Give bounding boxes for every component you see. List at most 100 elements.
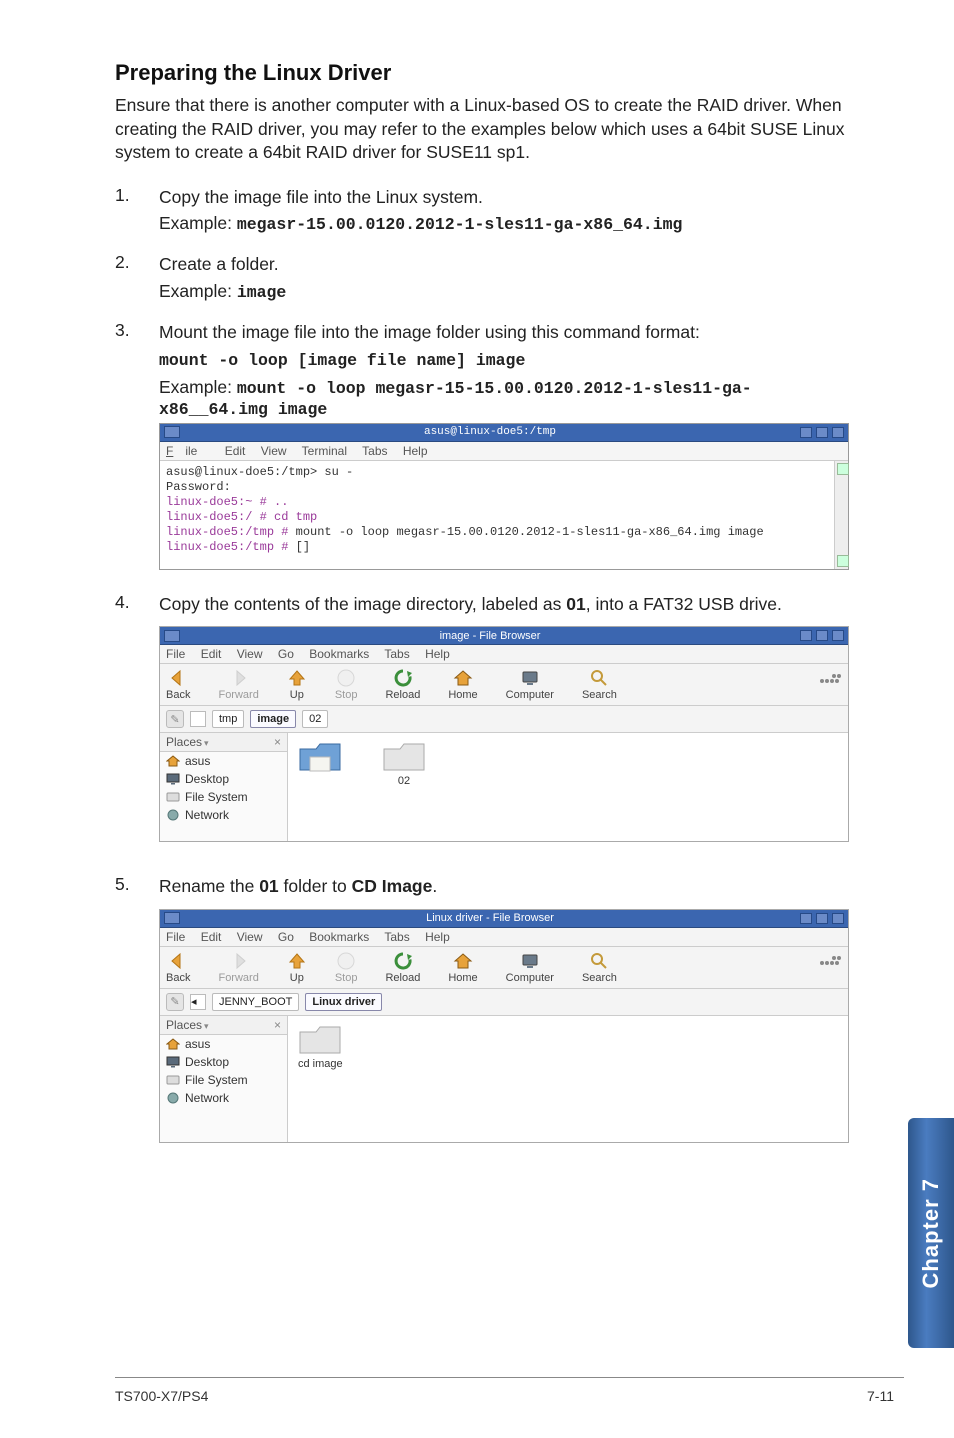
sidebar-item-network[interactable]: Network: [160, 806, 287, 824]
fb-toolbar: Back Forward Up Stop: [160, 947, 848, 989]
close-sidebar-icon[interactable]: ×: [274, 735, 281, 749]
edit-path-button[interactable]: ✎: [166, 710, 184, 728]
breadcrumb[interactable]: 02: [302, 710, 328, 728]
path-root-icon[interactable]: [190, 711, 206, 727]
reload-button[interactable]: Reload: [385, 668, 420, 701]
home-button[interactable]: Home: [448, 951, 477, 984]
back-button[interactable]: Back: [166, 951, 190, 984]
example-label: Example:: [159, 213, 232, 233]
example-label: Example:: [159, 377, 232, 397]
edit-path-button[interactable]: ✎: [166, 993, 184, 1011]
fb-toolbar: Back Forward Up Stop: [160, 664, 848, 706]
close-button[interactable]: [832, 630, 844, 641]
terminal-body[interactable]: asus@linux-doe5:/tmp> su - Password: lin…: [160, 461, 848, 569]
home-button[interactable]: Home: [448, 668, 477, 701]
fb-content[interactable]: cd image: [288, 1016, 848, 1142]
menu-file[interactable]: File: [166, 647, 185, 661]
maximize-button[interactable]: [816, 427, 828, 438]
fb-content[interactable]: 02: [288, 733, 848, 841]
breadcrumb[interactable]: image: [250, 710, 296, 728]
sidebar-item-network[interactable]: Network: [160, 1089, 287, 1107]
menu-view[interactable]: View: [237, 647, 263, 661]
menu-terminal[interactable]: Terminal: [302, 444, 347, 458]
path-root-icon[interactable]: ◂: [190, 994, 206, 1010]
menu-file[interactable]: File: [166, 444, 209, 458]
maximize-button[interactable]: [816, 630, 828, 641]
terminal-line: linux-doe5:/ # cd tmp: [166, 510, 842, 525]
fb-pathbar: ✎ ◂ JENNY_BOOT Linux driver: [160, 989, 848, 1016]
minimize-button[interactable]: [800, 427, 812, 438]
terminal-line: linux-doe5:/tmp # []: [166, 540, 842, 555]
folder-item[interactable]: 02: [382, 739, 426, 787]
fb-titlebar: image - File Browser: [160, 627, 848, 645]
step-example: Example: megasr-15.00.0120.2012-1-sles11…: [159, 213, 849, 234]
footer-divider: [115, 1377, 904, 1378]
close-button[interactable]: [832, 427, 844, 438]
step-text: Copy the contents of the image directory…: [159, 592, 849, 617]
menu-help[interactable]: Help: [425, 930, 450, 944]
menu-view[interactable]: View: [261, 444, 287, 458]
terminal-line: linux-doe5:/tmp # mount -o loop megasr-1…: [166, 525, 842, 540]
computer-button[interactable]: Computer: [506, 668, 554, 701]
back-button[interactable]: Back: [166, 668, 190, 701]
folder-item[interactable]: cd image: [298, 1022, 343, 1070]
stop-button[interactable]: Stop: [335, 951, 358, 984]
stop-button[interactable]: Stop: [335, 668, 358, 701]
menu-go[interactable]: Go: [278, 647, 294, 661]
menu-bookmarks[interactable]: Bookmarks: [309, 647, 369, 661]
breadcrumb[interactable]: Linux driver: [305, 993, 382, 1011]
footer-model: TS700-X7/PS4: [115, 1388, 208, 1404]
menu-go[interactable]: Go: [278, 930, 294, 944]
section-title: Preparing the Linux Driver: [115, 60, 849, 86]
menu-edit[interactable]: Edit: [201, 930, 222, 944]
close-sidebar-icon[interactable]: ×: [274, 1018, 281, 1032]
terminal-line: linux-doe5:~ # ..: [166, 495, 842, 510]
menu-tabs[interactable]: Tabs: [384, 647, 409, 661]
places-dropdown[interactable]: Places: [166, 1018, 209, 1032]
folder-item[interactable]: [298, 739, 342, 787]
example-label: Example:: [159, 281, 232, 301]
scrollbar[interactable]: [834, 461, 848, 569]
sidebar-item-filesystem[interactable]: File System: [160, 1071, 287, 1089]
fb-menubar: File Edit View Go Bookmarks Tabs Help: [160, 928, 848, 947]
step-4: 4. Copy the contents of the image direct…: [115, 592, 849, 843]
computer-button[interactable]: Computer: [506, 951, 554, 984]
menu-help[interactable]: Help: [403, 444, 428, 458]
step-number: 5.: [115, 874, 130, 895]
menu-tabs[interactable]: Tabs: [362, 444, 387, 458]
close-button[interactable]: [832, 913, 844, 924]
menu-edit[interactable]: Edit: [225, 444, 246, 458]
step-number: 1.: [115, 185, 130, 206]
menu-edit[interactable]: Edit: [201, 647, 222, 661]
reload-button[interactable]: Reload: [385, 951, 420, 984]
window-icon: [164, 630, 180, 642]
sidebar-item-asus[interactable]: asus: [160, 1035, 287, 1053]
window-icon: [164, 912, 180, 924]
forward-button[interactable]: Forward: [218, 668, 258, 701]
places-sidebar: Places × asus Desktop: [160, 1016, 288, 1142]
step-text: Create a folder.: [159, 252, 849, 277]
menu-file[interactable]: File: [166, 930, 185, 944]
sidebar-item-asus[interactable]: asus: [160, 752, 287, 770]
step-example: Example: mount -o loop megasr-15-15.00.0…: [159, 377, 849, 419]
menu-help[interactable]: Help: [425, 647, 450, 661]
minimize-button[interactable]: [800, 630, 812, 641]
search-button[interactable]: Search: [582, 951, 617, 984]
maximize-button[interactable]: [816, 913, 828, 924]
minimize-button[interactable]: [800, 913, 812, 924]
sidebar-item-filesystem[interactable]: File System: [160, 788, 287, 806]
up-button[interactable]: Up: [287, 951, 307, 984]
forward-button[interactable]: Forward: [218, 951, 258, 984]
up-button[interactable]: Up: [287, 668, 307, 701]
search-button[interactable]: Search: [582, 668, 617, 701]
sidebar-item-desktop[interactable]: Desktop: [160, 770, 287, 788]
step-example: Example: image: [159, 281, 849, 302]
chapter-side-tab: Chapter 7: [908, 1118, 954, 1348]
breadcrumb[interactable]: JENNY_BOOT: [212, 993, 299, 1011]
sidebar-item-desktop[interactable]: Desktop: [160, 1053, 287, 1071]
places-dropdown[interactable]: Places: [166, 735, 209, 749]
menu-bookmarks[interactable]: Bookmarks: [309, 930, 369, 944]
breadcrumb[interactable]: tmp: [212, 710, 244, 728]
menu-view[interactable]: View: [237, 930, 263, 944]
menu-tabs[interactable]: Tabs: [384, 930, 409, 944]
